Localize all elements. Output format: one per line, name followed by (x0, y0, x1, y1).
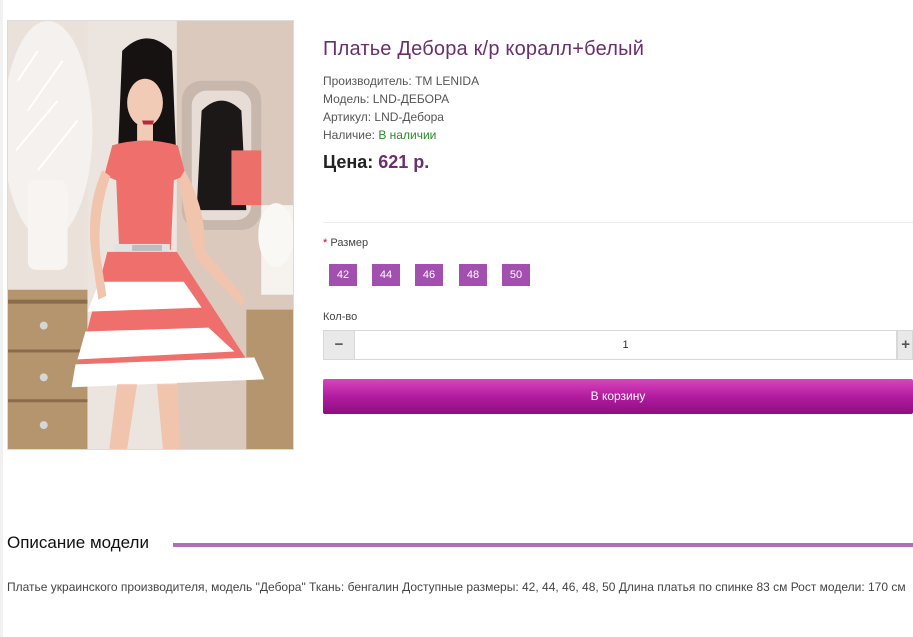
description-header: Описание модели (7, 533, 913, 557)
size-option-48[interactable]: 48 (459, 264, 487, 286)
quantity-stepper: − 1 + (323, 330, 913, 360)
size-option-46[interactable]: 46 (415, 264, 443, 286)
divider (323, 222, 913, 223)
quantity-increase-button[interactable]: + (897, 330, 913, 360)
add-to-cart-button[interactable]: В корзину (323, 379, 913, 414)
size-option-50[interactable]: 50 (502, 264, 530, 286)
product-meta: Производитель: ТМ LENIDA Модель: LND-ДЕБ… (323, 72, 479, 144)
page-edge (0, 0, 3, 637)
size-option-42[interactable]: 42 (329, 264, 357, 286)
availability-label: Наличие: (323, 128, 379, 142)
description-text: Платье украинского производителя, модель… (7, 580, 906, 594)
quantity-input[interactable]: 1 (355, 330, 897, 360)
manufacturer-text: Производитель: ТМ LENIDA (323, 74, 480, 88)
product-photo[interactable] (7, 20, 294, 450)
size-option-44[interactable]: 44 (372, 264, 400, 286)
product-title: Платье Дебора к/р коралл+белый (323, 38, 645, 60)
dress-model-image (8, 21, 293, 449)
availability-row: Наличие: В наличии (323, 126, 479, 144)
size-label-text: Размер (330, 237, 369, 249)
description-rule (173, 543, 913, 547)
model-text: Модель: LND-ДЕБОРА (323, 92, 450, 106)
quantity-label: Кол-во (323, 311, 358, 323)
size-label: * Размер (323, 237, 368, 249)
price-label: Цена: (323, 152, 379, 172)
price-value: 621 р. (378, 152, 430, 172)
description-title: Описание модели (7, 533, 149, 552)
sku-text: Артикул: LND-Дебора (323, 110, 444, 124)
required-mark: * (323, 237, 328, 249)
availability-status: В наличии (378, 128, 437, 142)
quantity-decrease-button[interactable]: − (323, 330, 355, 360)
price-row: Цена: 621 р. (323, 152, 429, 173)
